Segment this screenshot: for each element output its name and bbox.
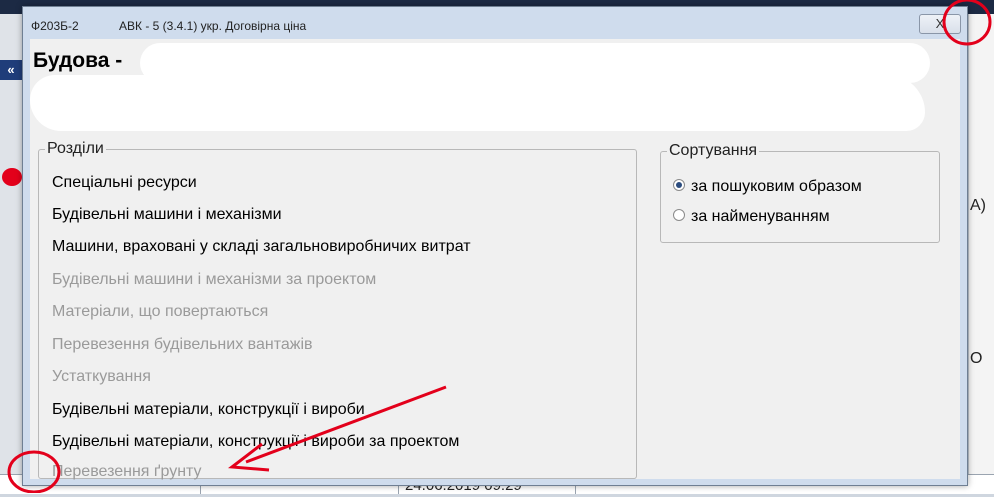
close-button[interactable]: X: [919, 14, 961, 34]
form-code: Ф203Б-2: [31, 19, 79, 33]
redaction-mark: [30, 75, 925, 131]
section-item-special-resources[interactable]: Спеціальні ресурси: [52, 174, 197, 192]
section-item-overhead-machines[interactable]: Машини, враховані у складі загальновироб…: [52, 238, 471, 256]
section-item-equipment: Устаткування: [52, 368, 151, 385]
section-item-building-materials[interactable]: Будівельні матеріали, конструкції і виро…: [52, 401, 365, 419]
background-right-fragment: О: [970, 350, 983, 367]
sort-by-name-radio[interactable]: за найменуванням: [673, 208, 830, 226]
close-icon: X: [935, 16, 945, 31]
sorting-group: Сортування за пошуковим образом за найме…: [660, 142, 940, 243]
radio-unchecked-icon: [673, 208, 685, 221]
background-nav-arrows[interactable]: «: [0, 60, 22, 80]
radio-checked-icon: [673, 178, 685, 191]
sort-by-search-pattern-radio[interactable]: за пошуковим образом: [673, 178, 862, 196]
section-item-construction-machines[interactable]: Будівельні машини і механізми: [52, 206, 282, 224]
background-red-marker: [2, 168, 22, 186]
background-right-panel: [968, 14, 994, 493]
sections-group-label: Розділи: [45, 140, 106, 158]
dialog-client-area: Будова - Розділи Спеціальні ресурси Буді…: [30, 39, 960, 480]
section-item-returned-materials: Матеріали, що повертаються: [52, 303, 269, 320]
background-right-fragment: А): [970, 197, 986, 214]
section-item-project-building-materials[interactable]: Будівельні матеріали, конструкції і виро…: [52, 433, 459, 451]
sorting-group-label: Сортування: [667, 142, 760, 160]
resource-sections-dialog: Ф203Б-2 АВК - 5 (3.4.1) укр. Договірна ц…: [22, 6, 968, 486]
sections-group: Розділи Спеціальні ресурси Будівельні ма…: [38, 140, 637, 480]
section-item-cargo-transport: Перевезення будівельних вантажів: [52, 336, 313, 353]
section-item-project-machines: Будівельні машини і механізми за проекто…: [52, 271, 377, 288]
sort-option-label: за найменуванням: [691, 208, 830, 225]
construction-title: Будова -: [33, 49, 123, 72]
section-item-soil-transport: Перевезення ґрунту: [52, 463, 202, 480]
sort-option-label: за пошуковим образом: [691, 178, 862, 195]
window-title: АВК - 5 (3.4.1) укр. Договірна ціна: [119, 19, 307, 33]
